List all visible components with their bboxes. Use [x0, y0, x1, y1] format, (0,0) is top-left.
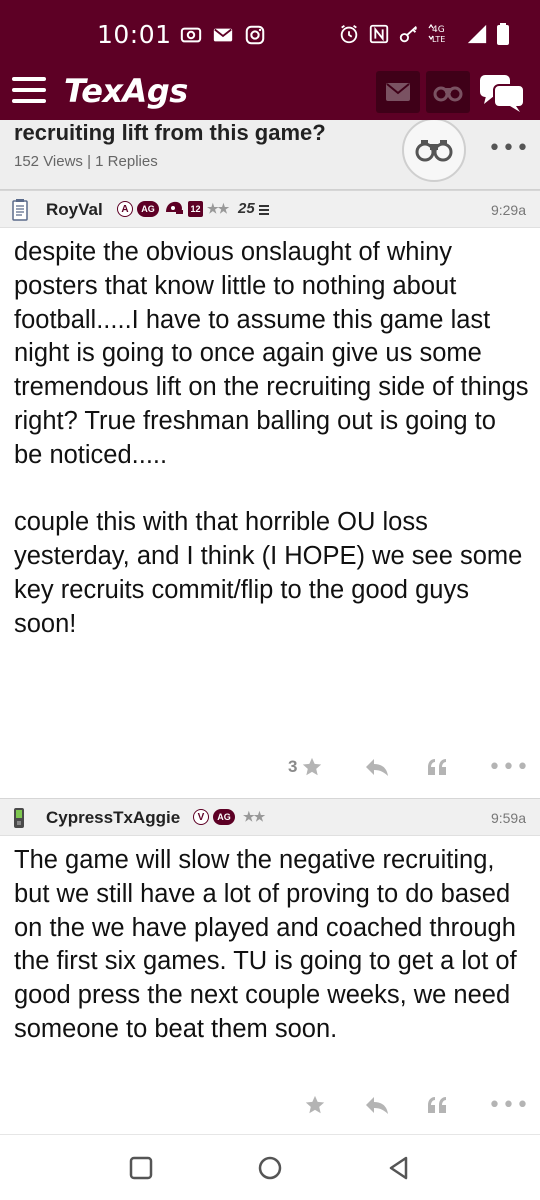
topic-meta: 152 Views | 1 Replies	[14, 153, 158, 170]
badge-v: V	[193, 809, 209, 825]
system-status-icons: 4G LTE	[338, 22, 510, 46]
lines-badge-icon	[259, 205, 269, 215]
notification-icons	[180, 24, 266, 46]
post-username[interactable]: RoyVal	[46, 200, 103, 220]
star-icon	[303, 757, 322, 776]
post-more-icon[interactable]: •••	[488, 752, 530, 782]
post-header: CypressTxAggie V AG ★★ 9:59a	[0, 798, 540, 836]
post-header: RoyVal A AG 12 ★★ 25 9:29a	[0, 190, 540, 228]
alarm-icon	[340, 24, 358, 44]
binoculars-icon	[433, 86, 463, 102]
helmet-badge-icon	[166, 201, 183, 214]
badge-stars: ★★	[207, 201, 229, 216]
post-body: The game will slow the negative recruiti…	[14, 844, 530, 1047]
notepad-user-icon	[12, 199, 28, 221]
badge-year: 25	[238, 200, 255, 217]
key-icon	[399, 25, 417, 43]
reply-button[interactable]	[364, 752, 390, 782]
svg-text:4G: 4G	[432, 25, 445, 35]
home-icon[interactable]	[257, 1155, 283, 1181]
post-body: despite the obvious onslaught of whiny p…	[14, 236, 530, 642]
badge-stars: ★★	[243, 809, 265, 824]
texags-logo[interactable]: TexAgs	[64, 72, 188, 110]
chat-bubbles-icon	[480, 75, 525, 112]
reply-button[interactable]	[364, 1090, 390, 1120]
binoculars-icon	[415, 140, 453, 162]
star-button[interactable]	[304, 1090, 326, 1120]
post-time: 9:59a	[490, 810, 526, 826]
reply-icon	[366, 1097, 388, 1114]
badge-a: A	[117, 201, 133, 217]
phone-user-icon	[14, 808, 24, 828]
post-actions: •••	[0, 1086, 540, 1126]
post-paragraph: couple this with that horrible OU loss y…	[14, 508, 523, 638]
nfc-icon	[369, 24, 389, 44]
app-bar: TexAgs	[0, 66, 540, 120]
post-actions: 3 •••	[0, 748, 540, 788]
instagram-notification-icon	[245, 25, 265, 45]
badge-ag: AG	[213, 809, 235, 825]
status-time: 10:01	[97, 20, 172, 49]
envelope-icon	[386, 83, 410, 101]
quote-icon	[428, 759, 446, 775]
quote-button[interactable]	[426, 1090, 448, 1120]
mail-notification-icon	[213, 28, 233, 42]
watch-topic-button[interactable]	[402, 120, 466, 182]
post-time: 9:29a	[490, 202, 526, 218]
camera-notification-icon	[180, 27, 202, 43]
star-button[interactable]: 3	[288, 752, 323, 782]
lte-signal-icon: 4GLTE	[428, 23, 445, 44]
post-paragraph: The game will slow the negative recruiti…	[14, 846, 517, 1043]
badge-number: 12	[188, 201, 203, 217]
messages-button[interactable]	[376, 71, 420, 113]
post-username[interactable]: CypressTxAggie	[46, 808, 180, 828]
recents-icon[interactable]	[128, 1155, 154, 1181]
reply-icon	[366, 759, 388, 776]
topic-more-icon[interactable]: •••	[488, 136, 530, 161]
quote-icon	[428, 1097, 446, 1113]
badge-ag: AG	[137, 201, 159, 217]
star-count: 3	[288, 757, 298, 776]
watch-list-button[interactable]	[426, 71, 470, 113]
back-icon[interactable]	[386, 1155, 412, 1181]
post-more-icon[interactable]: •••	[488, 1090, 530, 1120]
menu-icon[interactable]	[12, 77, 46, 107]
system-nav-bar	[0, 1134, 540, 1200]
star-icon	[305, 1095, 325, 1114]
topic-title: recruiting lift from this game?	[14, 120, 326, 145]
cell-signal-icon	[467, 24, 487, 44]
post-paragraph: despite the obvious onslaught of whiny p…	[14, 238, 529, 469]
status-bar: 10:01 4G LTE	[0, 0, 540, 66]
chat-button[interactable]	[478, 72, 528, 114]
quote-button[interactable]	[426, 752, 448, 782]
svg-text:LTE: LTE	[432, 35, 445, 44]
battery-icon	[497, 23, 509, 45]
topic-header: recruiting lift from this game? 152 View…	[0, 120, 540, 190]
